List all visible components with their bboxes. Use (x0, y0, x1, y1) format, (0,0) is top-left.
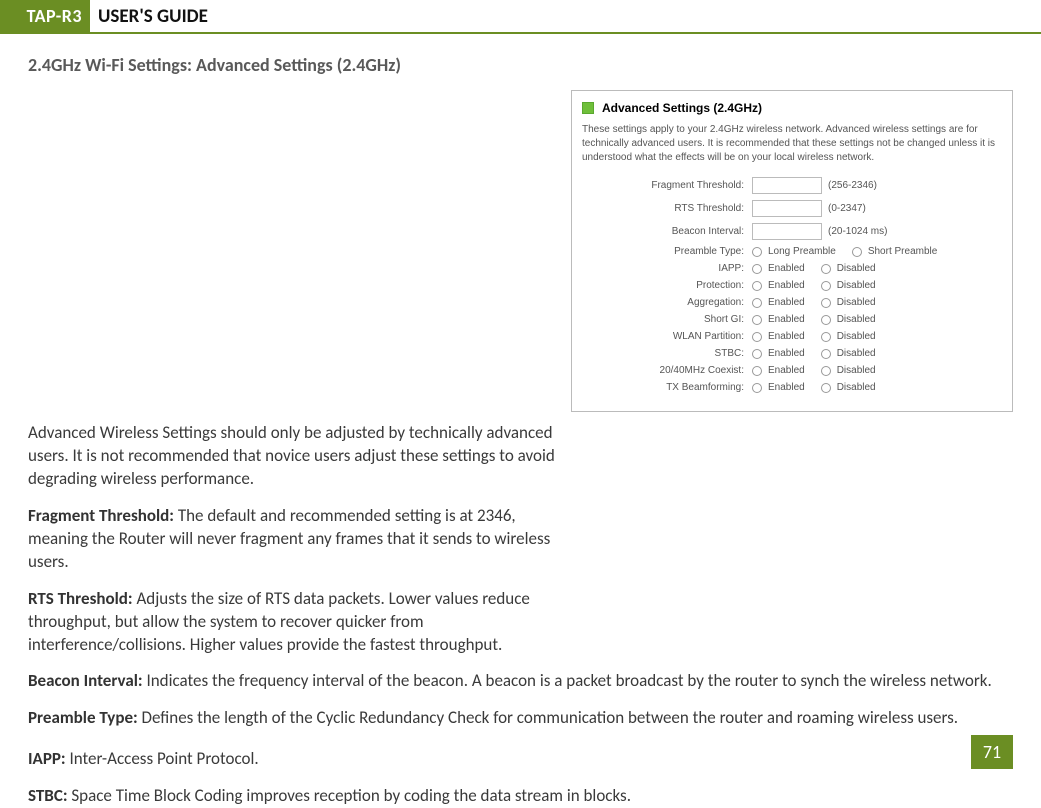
radio-label: Long Preamble (768, 246, 836, 257)
form-label: STBC: (582, 348, 752, 359)
radio-label: Disabled (837, 280, 876, 291)
stbc-label: STBC: (28, 785, 68, 806)
form-label: Preamble Type: (582, 246, 752, 257)
radio-disabled[interactable] (821, 264, 831, 274)
form-label: TX Beamforming: (582, 382, 752, 393)
stbc-paragraph: STBC: Space Time Block Coding improves r… (28, 785, 1013, 808)
radio-enabled[interactable] (752, 366, 762, 376)
settings-panel: Advanced Settings (2.4GHz) These setting… (571, 90, 1013, 412)
doc-header: TAP-R3 USER'S GUIDE (0, 0, 1041, 34)
preamble-text: Defines the length of the Cyclic Redunda… (138, 707, 958, 728)
radio-label: Disabled (837, 331, 876, 342)
radio-disabled[interactable] (821, 332, 831, 342)
fragment-paragraph: Fragment Threshold: The default and reco… (28, 505, 573, 574)
row-aggregation: Aggregation: Enabled Disabled (582, 297, 1002, 308)
product-badge: TAP-R3 (0, 0, 90, 32)
radio-disabled[interactable] (821, 281, 831, 291)
form-label: RTS Threshold: (582, 203, 752, 214)
form-label: 20/40MHz Coexist: (582, 365, 752, 376)
hint: (20-1024 ms) (828, 226, 887, 237)
beacon-label: Beacon Interval: (28, 670, 143, 691)
radio-label: Enabled (768, 365, 805, 376)
fragment-label: Fragment Threshold: (28, 505, 174, 526)
radio-label: Disabled (837, 348, 876, 359)
radio-label: Enabled (768, 263, 805, 274)
row-2040-coexist: 20/40MHz Coexist: Enabled Disabled (582, 365, 1002, 376)
beacon-text: Indicates the frequency interval of the … (143, 670, 992, 691)
form-label: Protection: (582, 280, 752, 291)
preamble-paragraph: Preamble Type: Defines the length of the… (28, 707, 1013, 730)
form-label: Aggregation: (582, 297, 752, 308)
row-wlan-partition: WLAN Partition: Enabled Disabled (582, 331, 1002, 342)
form-label: Fragment Threshold: (582, 180, 752, 191)
radio-disabled[interactable] (821, 349, 831, 359)
section-title: 2.4GHz Wi-Fi Settings: Advanced Settings… (28, 54, 1013, 76)
radio-long-preamble[interactable] (752, 247, 762, 257)
radio-enabled[interactable] (752, 264, 762, 274)
radio-label: Disabled (837, 382, 876, 393)
row-rts-threshold: RTS Threshold: (0-2347) (582, 200, 1002, 217)
row-beacon-interval: Beacon Interval: (20-1024 ms) (582, 223, 1002, 240)
radio-label: Enabled (768, 280, 805, 291)
radio-short-preamble[interactable] (852, 247, 862, 257)
radio-label: Enabled (768, 348, 805, 359)
hint: (0-2347) (828, 203, 866, 214)
rts-paragraph: RTS Threshold: Adjusts the size of RTS d… (28, 588, 573, 657)
square-icon (582, 102, 594, 114)
radio-enabled[interactable] (752, 298, 762, 308)
row-short-gi: Short GI: Enabled Disabled (582, 314, 1002, 325)
beacon-interval-input[interactable] (752, 223, 822, 240)
row-fragment-threshold: Fragment Threshold: (256-2346) (582, 177, 1002, 194)
row-protection: Protection: Enabled Disabled (582, 280, 1002, 291)
iapp-label: IAPP: (28, 748, 66, 769)
radio-enabled[interactable] (752, 383, 762, 393)
radio-label: Short Preamble (868, 246, 937, 257)
radio-label: Disabled (837, 263, 876, 274)
iapp-text: Inter-Access Point Protocol. (66, 748, 259, 769)
fragment-threshold-input[interactable] (752, 177, 822, 194)
radio-enabled[interactable] (752, 332, 762, 342)
form-label: WLAN Partition: (582, 331, 752, 342)
left-column: Advanced Wireless Settings should only b… (28, 422, 573, 670)
row-iapp: IAPP: Enabled Disabled (582, 263, 1002, 274)
row-tx-beamforming: TX Beamforming: Enabled Disabled (582, 382, 1002, 393)
radio-label: Disabled (837, 314, 876, 325)
panel-description: These settings apply to your 2.4GHz wire… (582, 123, 1002, 165)
iapp-paragraph: IAPP: Inter-Access Point Protocol. (28, 748, 1013, 771)
radio-disabled[interactable] (821, 298, 831, 308)
page-number-badge: 71 (971, 735, 1013, 769)
stbc-text: Space Time Block Coding improves recepti… (68, 785, 631, 806)
rts-threshold-input[interactable] (752, 200, 822, 217)
panel-title-row: Advanced Settings (2.4GHz) (582, 101, 1002, 115)
intro-paragraph: Advanced Wireless Settings should only b… (28, 422, 573, 491)
radio-disabled[interactable] (821, 383, 831, 393)
beacon-paragraph: Beacon Interval: Indicates the frequency… (28, 670, 1013, 693)
radio-label: Enabled (768, 314, 805, 325)
radio-enabled[interactable] (752, 349, 762, 359)
radio-label: Disabled (837, 365, 876, 376)
form-label: IAPP: (582, 263, 752, 274)
doc-title: USER'S GUIDE (90, 0, 208, 32)
radio-disabled[interactable] (821, 366, 831, 376)
hint: (256-2346) (828, 180, 877, 191)
radio-label: Enabled (768, 297, 805, 308)
radio-enabled[interactable] (752, 281, 762, 291)
radio-disabled[interactable] (821, 315, 831, 325)
radio-enabled[interactable] (752, 315, 762, 325)
preamble-label: Preamble Type: (28, 707, 138, 728)
radio-label: Enabled (768, 331, 805, 342)
radio-label: Enabled (768, 382, 805, 393)
form-label: Short GI: (582, 314, 752, 325)
row-stbc: STBC: Enabled Disabled (582, 348, 1002, 359)
form-label: Beacon Interval: (582, 226, 752, 237)
radio-label: Disabled (837, 297, 876, 308)
row-preamble-type: Preamble Type: Long Preamble Short Pream… (582, 246, 1002, 257)
panel-title-text: Advanced Settings (2.4GHz) (602, 101, 762, 115)
rts-label: RTS Threshold: (28, 588, 133, 609)
